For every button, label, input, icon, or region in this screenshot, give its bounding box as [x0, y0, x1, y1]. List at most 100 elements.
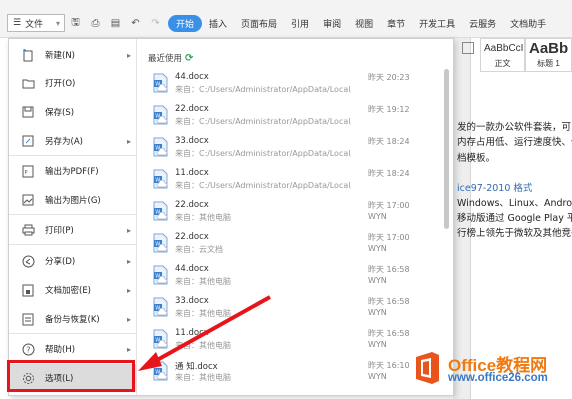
doc-text-line: 档模板。	[457, 153, 496, 164]
recent-file-time: 昨天 19:12	[368, 105, 410, 114]
recent-file-item[interactable]: W 22.docx 来自：其他电脑 昨天 17:00 WYN	[137, 197, 437, 229]
pdf-icon: P	[21, 164, 35, 178]
tab-section[interactable]: 章节	[380, 15, 412, 32]
recent-file-path: 来自：C:/Users/Administrator/AppData/Local/…	[175, 85, 351, 94]
menu-divider	[9, 333, 137, 334]
style-label: 标题 1	[537, 59, 560, 68]
word-doc-icon: W	[153, 265, 168, 285]
tab-home[interactable]: 开始	[168, 15, 203, 32]
word-doc-icon: W	[153, 169, 168, 189]
recent-file-owner: WYN	[368, 276, 387, 285]
doc-text-line: Windows、Linux、Android、	[457, 198, 572, 209]
menu-item-export-image[interactable]: 输出为图片(G)	[9, 186, 137, 214]
menu-item-share[interactable]: 分享(D) ▸	[9, 247, 137, 275]
recent-file-owner: WYN	[368, 244, 387, 253]
recent-file-time: 昨天 18:24	[368, 169, 410, 178]
print-icon	[21, 223, 35, 237]
recent-file-path: 来自：C:/Users/Administrator/AppData/Local/…	[175, 181, 351, 190]
chevron-right-icon: ▸	[126, 50, 131, 60]
recent-file-item[interactable]: W 通 知.docx 来自：其他电脑 昨天 16:10 WYN	[137, 357, 437, 389]
recent-file-owner: WYN	[368, 372, 387, 381]
menu-item-label: 帮助(H)	[45, 345, 76, 355]
tab-view[interactable]: 视图	[348, 15, 380, 32]
tab-review[interactable]: 审阅	[316, 15, 348, 32]
watermark-url: www.office26.com	[448, 372, 548, 384]
print-icon[interactable]: ⎙	[90, 18, 101, 29]
doc-text-line: 行榜上领先于微软及其他竞争	[457, 228, 572, 239]
recent-file-name: 通 知.docx	[175, 362, 218, 372]
recent-file-name: 33.docx	[175, 136, 209, 146]
tab-references[interactable]: 引用	[284, 15, 316, 32]
doc-text-line: 发的一款办公软件套装，可	[457, 122, 572, 133]
menu-item-save[interactable]: 保存(S)	[9, 98, 137, 126]
recent-file-path: 来自：云文档	[175, 245, 223, 254]
chevron-right-icon: ▸	[126, 225, 131, 235]
help-icon: ?	[21, 342, 35, 356]
hamburger-icon: ☰	[13, 18, 22, 28]
tab-page-layout[interactable]: 页面布局	[234, 15, 284, 32]
style-heading1[interactable]: AaBb 标题 1	[525, 38, 572, 72]
options-highlight-box	[7, 360, 135, 392]
menu-item-label: 输出为图片(G)	[45, 196, 101, 206]
file-menu-button[interactable]: ☰ 文件 ▾	[7, 14, 65, 32]
recent-file-path: 来自：C:/Users/Administrator/AppData/Local/…	[175, 149, 351, 158]
backup-icon	[21, 312, 35, 326]
style-sample: AaBbCcI	[484, 43, 524, 54]
style-sample: AaBb	[529, 40, 569, 57]
recent-file-path: 来自：其他电脑	[175, 309, 231, 318]
menu-item-label: 文档加密(E)	[45, 286, 92, 296]
menu-item-new[interactable]: 新建(N) ▸	[9, 41, 137, 69]
recent-title: 最近使用 ⟳	[148, 52, 193, 65]
menu-item-export-pdf[interactable]: P 输出为PDF(F)	[9, 157, 137, 185]
word-doc-icon: W	[153, 329, 168, 349]
recent-file-path: 来自：其他电脑	[175, 213, 231, 222]
recent-file-item[interactable]: W 22.docx 来自：云文档 昨天 17:00 WYN	[137, 229, 437, 261]
recent-file-item[interactable]: W 33.docx 来自：其他电脑 昨天 16:58 WYN	[137, 293, 437, 325]
chevron-down-icon: ▾	[55, 18, 60, 28]
save-icon[interactable]: 🖫	[70, 15, 81, 32]
tab-doc-assistant[interactable]: 文档助手	[503, 15, 553, 32]
menu-item-encrypt[interactable]: 文档加密(E) ▸	[9, 276, 137, 304]
recent-file-item[interactable]: W 44.docx 来自：C:/Users/Administrator/AppDat…	[137, 69, 437, 101]
recent-file-item[interactable]: W 44.docx 来自：其他电脑 昨天 16:58 WYN	[137, 261, 437, 293]
recent-file-time: 昨天 16:58	[368, 329, 410, 338]
chevron-right-icon: ▸	[126, 136, 131, 146]
menu-item-backup[interactable]: 备份与恢复(K) ▸	[9, 305, 137, 333]
menu-item-open[interactable]: 打开(O)	[9, 69, 137, 97]
svg-text:?: ?	[26, 345, 30, 354]
recent-file-name: 11.docx	[175, 328, 209, 338]
recent-file-item[interactable]: W 11.docx 来自：C:/Users/Administrator/AppDat…	[137, 165, 437, 197]
doc-text-line: ice97-2010 格式	[457, 183, 533, 194]
recent-file-path: 来自：其他电脑	[175, 341, 231, 350]
folder-open-icon	[21, 76, 35, 90]
refresh-icon[interactable]: ⟳	[185, 53, 193, 64]
tab-developer[interactable]: 开发工具	[412, 15, 462, 32]
tab-insert[interactable]: 插入	[202, 15, 234, 32]
recent-file-item[interactable]: W 33.docx 来自：C:/Users/Administrator/AppDat…	[137, 133, 437, 165]
recent-file-time: 昨天 20:23	[368, 73, 410, 82]
recent-file-item[interactable]: W 11.docx 来自：其他电脑 昨天 16:58 WYN	[137, 325, 437, 357]
menu-item-label: 备份与恢复(K)	[45, 315, 100, 325]
style-normal[interactable]: AaBbCcI 正文	[480, 38, 525, 72]
redo-icon[interactable]: ↷	[150, 18, 161, 29]
save-icon	[21, 105, 35, 119]
chevron-right-icon: ▸	[126, 314, 131, 324]
undo-icon[interactable]: ↶	[130, 18, 141, 29]
menu-item-save-as[interactable]: 另存为(A) ▸	[9, 127, 137, 155]
recent-file-name: 22.docx	[175, 104, 209, 114]
file-label: 文件	[25, 19, 44, 30]
word-doc-icon: W	[153, 297, 168, 317]
menu-item-print[interactable]: 打印(P) ▸	[9, 216, 137, 244]
menu-item-label: 打印(P)	[45, 226, 74, 236]
recent-file-owner: WYN	[368, 308, 387, 317]
print-preview-icon[interactable]: ▤	[110, 18, 121, 29]
scrollbar[interactable]	[444, 69, 449, 229]
tab-cloud[interactable]: 云服务	[462, 15, 503, 32]
recent-file-path: 来自：其他电脑	[175, 277, 231, 286]
menu-item-help[interactable]: ? 帮助(H) ▸	[9, 335, 137, 363]
recent-file-time: 昨天 18:24	[368, 137, 410, 146]
ribbon-style-icon[interactable]	[462, 42, 474, 54]
recent-file-item[interactable]: W 22.docx 来自：C:/Users/Administrator/AppDat…	[137, 101, 437, 133]
new-doc-icon	[21, 48, 35, 62]
word-doc-icon: W	[153, 73, 168, 93]
